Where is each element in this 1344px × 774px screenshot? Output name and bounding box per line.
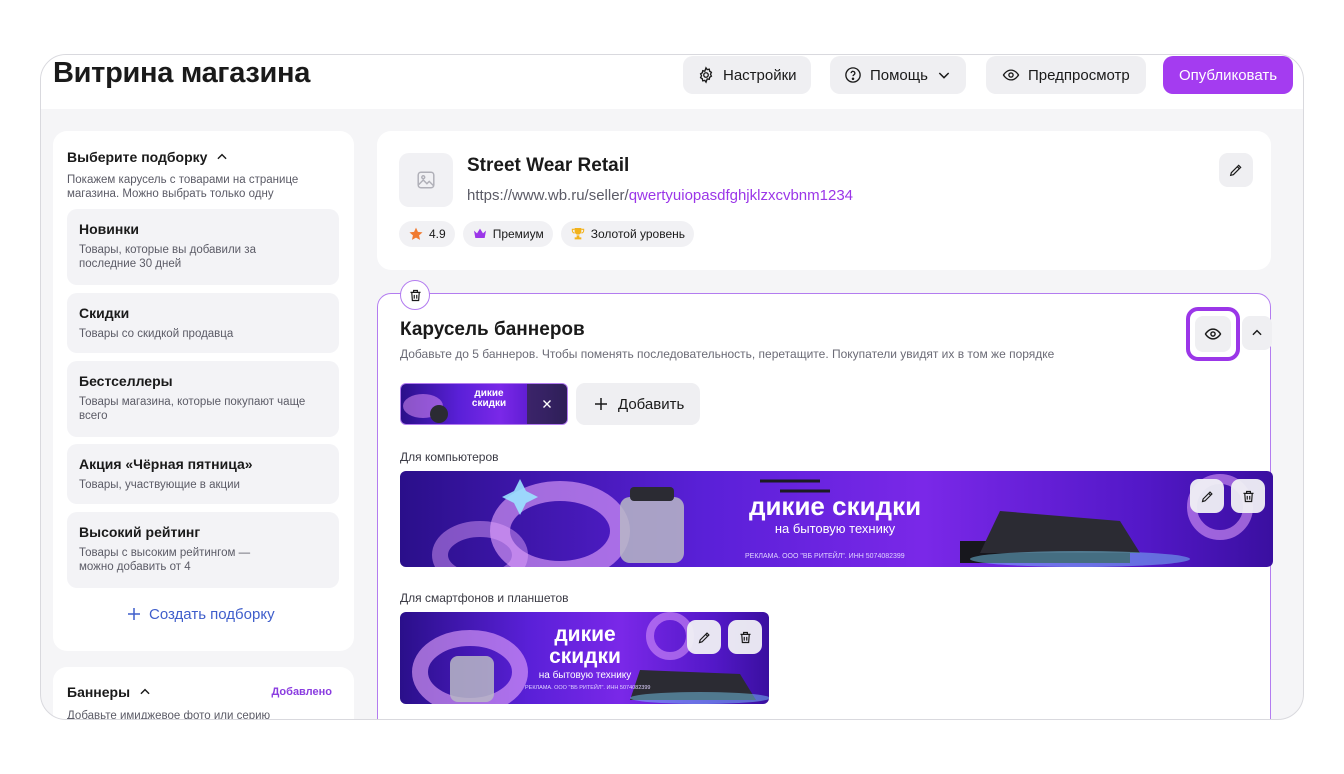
create-collection-label: Создать подборку (149, 605, 275, 623)
publish-button[interactable]: Опубликовать (1163, 56, 1293, 94)
collection-item-description: Товары с высоким рейтингом — можно добав… (79, 547, 251, 573)
create-collection-link[interactable]: Создать подборку (125, 605, 275, 623)
collection-item-title: Бестселлеры (79, 373, 173, 389)
collection-item-description: Товары со скидкой продавца (79, 328, 234, 340)
rating-value: 4.9 (429, 227, 446, 241)
banner-carousel-section: Карусель баннеров Добавьте до 5 баннеров… (377, 280, 1273, 719)
rating-badge: 4.9 (399, 221, 455, 247)
collection-item-discounts[interactable]: Скидки Товары со скидкой продавца (67, 293, 339, 353)
collection-item-title: Скидки (79, 305, 130, 321)
desktop-banner: дикие скидки на бытовую технику РЕКЛАМА.… (400, 471, 1273, 567)
edit-desktop-banner-button[interactable] (1190, 479, 1224, 513)
pencil-icon (1201, 490, 1213, 502)
plus-icon (595, 398, 607, 410)
crown-icon (473, 228, 486, 238)
mobile-banner-legal: РЕКЛАМА. ООО "ВБ РИТЕЙЛ". ИНН 5074082399 (525, 685, 651, 691)
chevron-down-icon (938, 72, 950, 79)
banners-section: Баннеры Добавлено Добавьте имиджевое фот… (53, 667, 354, 720)
banners-section-description: Добавьте имиджевое фото или серию (67, 710, 271, 720)
premium-badge: Премиум (462, 221, 553, 247)
store-url-slug: qwertyuiopasdfghjklzxcvbnm1234 (628, 187, 854, 204)
pencil-icon (698, 631, 710, 643)
collection-picker-header[interactable]: Выберите подборку (67, 149, 229, 165)
collection-item-bestsellers[interactable]: Бестселлеры Товары магазина, которые пок… (67, 361, 339, 437)
delete-section-button[interactable] (400, 280, 430, 310)
store-url[interactable]: https://www.wb.ru/seller/qwertyuiopasdfg… (467, 187, 853, 204)
eye-icon (1204, 328, 1222, 340)
edit-store-button[interactable] (1219, 153, 1253, 187)
collection-picker-description: Покажем карусель с товарами на странице … (67, 174, 299, 200)
trophy-icon (571, 228, 584, 240)
mobile-banner: дикие скидки на бытовую технику РЕКЛАМА.… (400, 612, 769, 704)
trash-icon (410, 289, 420, 301)
help-dropdown[interactable]: Помощь (830, 56, 966, 94)
image-placeholder-icon (417, 171, 435, 189)
star-icon (409, 227, 423, 240)
banners-status-badge: Добавлено (271, 686, 332, 698)
level-label: Золотой уровень (590, 227, 686, 241)
chevron-up-icon (217, 153, 228, 160)
collection-item-title: Акция «Чёрная пятница» (79, 456, 253, 472)
add-banner-label: Добавить (618, 395, 685, 413)
store-url-prefix: https://www.wb.ru/seller/ (467, 187, 629, 204)
collection-item-description: Товары магазина, которые покупают чаще в… (79, 396, 306, 422)
store-info-card: Street Wear Retail https://www.wb.ru/sel… (377, 131, 1271, 270)
delete-mobile-banner-button[interactable] (728, 620, 762, 654)
store-avatar[interactable] (399, 153, 453, 207)
collection-item-title: Новинки (79, 221, 139, 237)
mobile-banner-headline-1: дикие (554, 623, 616, 646)
carousel-title: Карусель баннеров (400, 319, 585, 340)
chevron-up-icon (140, 688, 150, 695)
collection-item-high-rating[interactable]: Высокий рейтинг Товары с высоким рейтинг… (67, 512, 339, 588)
desktop-label: Для компьютеров (400, 450, 499, 464)
carousel-description: Добавьте до 5 баннеров. Чтобы поменять п… (400, 347, 1055, 361)
settings-button[interactable]: Настройки (683, 56, 811, 94)
help-circle-icon (845, 67, 861, 83)
mobile-banner-subline: на бытовую технику (538, 670, 632, 681)
edit-mobile-banner-button[interactable] (687, 620, 721, 654)
page-title: Витрина магазина (53, 57, 311, 89)
level-badge: Золотой уровень (560, 221, 695, 247)
preview-button[interactable]: Предпросмотр (986, 56, 1146, 94)
settings-label: Настройки (723, 66, 797, 84)
mobile-label: Для смартфонов и планшетов (400, 591, 569, 605)
collection-item-title: Высокий рейтинг (79, 524, 201, 540)
banners-section-title: Баннеры (67, 684, 131, 700)
store-badges: 4.9 Премиум Золотой уровень (399, 221, 695, 247)
mobile-banner-headline-2: скидки (549, 645, 621, 668)
delete-desktop-banner-button[interactable] (1231, 479, 1265, 513)
toggle-visibility-button[interactable] (1186, 307, 1240, 361)
eye-icon (1002, 69, 1020, 81)
help-label: Помощь (870, 66, 928, 84)
preview-label: Предпросмотр (1028, 66, 1130, 84)
desktop-banner-legal: РЕКЛАМА. ООО "ВБ РИТЕЙЛ". ИНН 5074082399 (745, 553, 905, 560)
remove-banner-button[interactable] (527, 384, 567, 424)
close-icon (543, 400, 551, 408)
collection-item-description: Товары, которые вы добавили за последние… (79, 244, 256, 270)
collection-item-description: Товары, участвующие в акции (79, 479, 240, 491)
collection-picker-title: Выберите подборку (67, 149, 208, 165)
collection-item-black-friday[interactable]: Акция «Чёрная пятница» Товары, участвующ… (67, 444, 339, 504)
premium-label: Премиум (492, 227, 544, 241)
chevron-up-icon (1252, 329, 1262, 336)
desktop-banner-headline: дикие скидки (748, 491, 922, 521)
collection-picker: Выберите подборку Покажем карусель с тов… (53, 131, 354, 651)
app-window: Витрина магазина Настройки Помощь Предпр… (40, 54, 1304, 720)
publish-label: Опубликовать (1178, 66, 1278, 84)
collapse-section-button[interactable] (1242, 316, 1272, 350)
store-name: Street Wear Retail (467, 155, 630, 176)
banners-section-header[interactable]: Баннеры (67, 684, 152, 700)
gear-icon (699, 66, 713, 84)
thumbnail-headline-2: скидки (471, 398, 507, 409)
plus-icon (128, 608, 140, 620)
collection-item-new[interactable]: Новинки Товары, которые вы добавили за п… (67, 209, 339, 285)
trash-icon (740, 631, 750, 643)
pencil-icon (1229, 164, 1242, 177)
top-bar: Витрина магазина Настройки Помощь Предпр… (41, 55, 1303, 109)
banner-thumbnail[interactable]: дикие скидки (400, 383, 568, 425)
add-banner-button[interactable]: Добавить (576, 383, 701, 425)
trash-icon (1243, 490, 1253, 502)
desktop-banner-subline: на бытовую технику (774, 521, 896, 536)
